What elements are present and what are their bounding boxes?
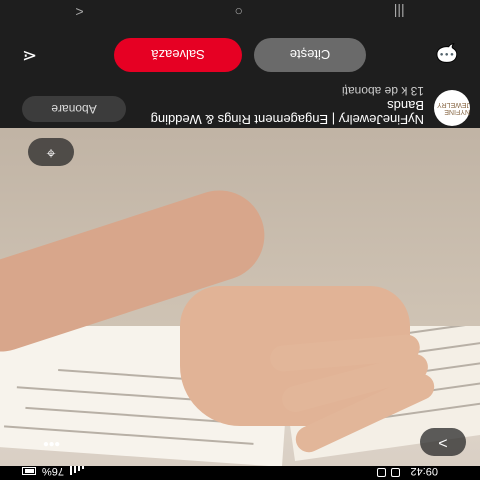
read-button[interactable]: Citește xyxy=(254,38,366,72)
battery-icon xyxy=(22,467,36,475)
creator-name[interactable]: NyFineJewelry | Engagement Rings & Weddi… xyxy=(124,98,424,127)
save-button[interactable]: Salvează xyxy=(114,38,242,72)
subscribe-button[interactable]: Abonare xyxy=(22,96,126,122)
visual-search-icon: ⌖ xyxy=(46,144,56,161)
subscriber-count: 13 k de abonați xyxy=(341,84,424,98)
share-icon[interactable]: ⋖ xyxy=(22,45,37,66)
status-right: 76% xyxy=(22,465,85,477)
action-row: 💬 Citește Salvează ⋖ xyxy=(0,20,480,80)
recent-apps-button[interactable]: ||| xyxy=(394,0,405,20)
pin-details: Abonare NYFINE JEWELRY NyFineJewelry | E… xyxy=(0,0,480,128)
status-icons xyxy=(377,468,400,477)
visual-search-button[interactable]: ⌖ xyxy=(28,138,74,166)
system-nav: ||| ○ < xyxy=(0,0,480,20)
battery-percent: 76% xyxy=(42,465,65,477)
more-options-icon[interactable]: ••• xyxy=(43,434,60,452)
screen: 09:42 76% > ••• ⌖ Abonare NYFINE JEWELRY… xyxy=(0,0,480,480)
pin-image[interactable]: > ••• ⌖ xyxy=(0,128,480,466)
signal-icon xyxy=(70,466,85,476)
notification-icon xyxy=(391,468,400,477)
home-button[interactable]: ○ xyxy=(234,0,242,20)
creator-avatar[interactable]: NYFINE JEWELRY xyxy=(434,90,470,126)
clock: 09:42 xyxy=(410,465,438,477)
comment-icon[interactable]: 💬 xyxy=(436,42,458,63)
app-icon xyxy=(377,468,386,477)
back-button[interactable]: < xyxy=(75,0,83,20)
